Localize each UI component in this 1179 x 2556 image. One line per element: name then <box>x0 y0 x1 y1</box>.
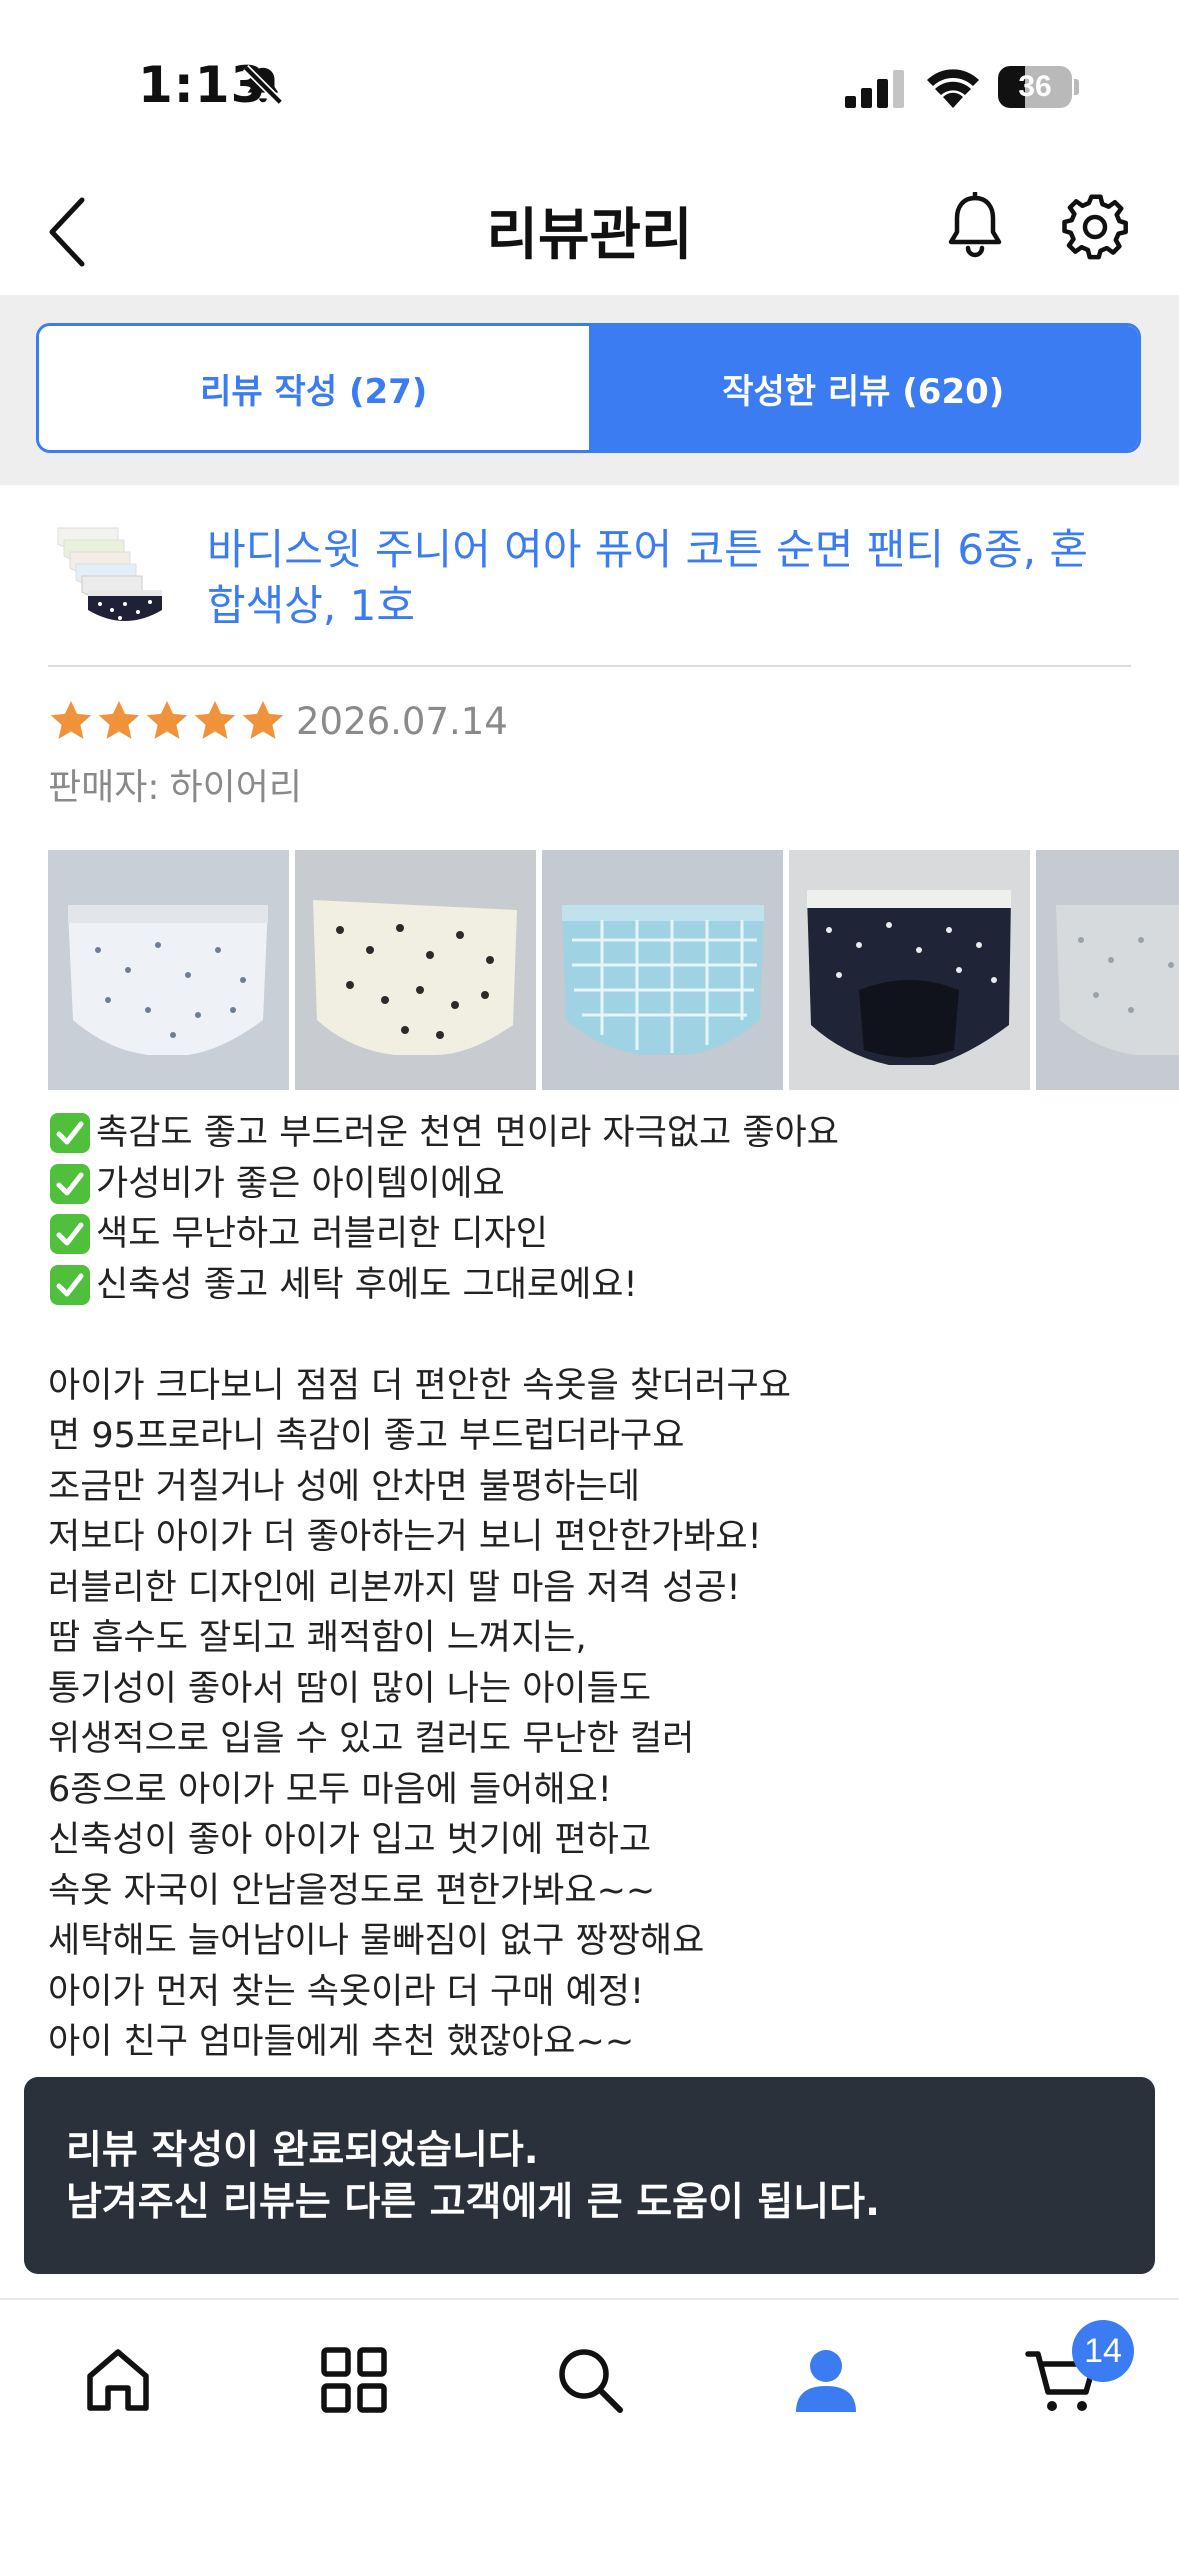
review-tabs: 리뷰 작성 (27) 작성한 리뷰 (620) <box>36 323 1141 453</box>
check-box-icon <box>50 1214 90 1255</box>
star-icon <box>50 700 92 739</box>
star-icon <box>146 700 188 739</box>
review-line: 땀 흡수도 잘되고 쾌적함이 느껴지는, <box>48 1618 587 1658</box>
review-line: 6종으로 아이가 모두 마음에 들어해요! <box>48 1769 612 1810</box>
battery-level: 36 <box>1018 70 1052 103</box>
review-highlight: 가성비가 좋은 아이템이에요 <box>48 1159 1148 1210</box>
tab-written-reviews[interactable]: 작성한 리뷰 (620) <box>588 326 1138 450</box>
review-photo[interactable] <box>295 850 536 1090</box>
star-icon <box>98 700 140 739</box>
categories-icon[interactable] <box>314 2340 394 2420</box>
home-icon[interactable] <box>78 2340 158 2420</box>
review-photo[interactable] <box>48 850 289 1090</box>
review-line: 신축성이 좋아 아이가 입고 벗기에 편하고 <box>48 1820 652 1860</box>
toast-line-1: 리뷰 작성이 완료되었습니다. <box>66 2128 539 2173</box>
check-box-icon <box>50 1264 90 1305</box>
gear-icon[interactable] <box>1062 192 1128 262</box>
review-line: 위생적으로 입을 수 있고 컬러도 무난한 컬러 <box>48 1719 695 1759</box>
review-date: 2026.07.14 <box>296 700 508 743</box>
app-header: 리뷰관리 <box>0 170 1179 295</box>
star-icon <box>194 700 236 739</box>
review-photo[interactable] <box>1036 850 1179 1090</box>
review-line: 통기성이 좋아서 땀이 많이 나는 아이들도 <box>48 1668 652 1709</box>
review-line: 아이 친구 엄마들에게 추천 했잖아요~~ <box>48 2022 635 2062</box>
review-line: 러블리한 디자인에 리본까지 딸 마음 저격 성공! <box>48 1567 741 1608</box>
tab-write-review[interactable]: 리뷰 작성 (27) <box>39 326 589 450</box>
bell-icon[interactable] <box>945 192 1005 262</box>
status-bar: 1:13 36 <box>0 0 1179 170</box>
star-icon <box>242 700 284 739</box>
review-line: 조금만 거칠거나 성에 안차면 불평하는데 <box>48 1466 640 1507</box>
cart-count-badge: 14 <box>1072 2320 1134 2382</box>
toast-message: 리뷰 작성이 완료되었습니다. 남겨주신 리뷰는 다른 고객에게 큰 도움이 됩… <box>24 2077 1155 2274</box>
review-line: 아이가 먼저 찾는 속옷이라 더 구매 예정! <box>48 1971 644 2012</box>
wifi-icon <box>927 69 979 108</box>
review-highlight: 신축성 좋고 세탁 후에도 그대로에요! <box>48 1260 1148 1311</box>
review-photo[interactable] <box>789 850 1030 1090</box>
product-thumbnail[interactable] <box>50 520 175 640</box>
battery-icon: 36 <box>998 66 1079 108</box>
review-highlight: 촉감도 좋고 부드러운 천연 면이라 자극없고 좋아요 <box>48 1108 1148 1159</box>
seller-label: 판매자: <box>48 767 160 808</box>
check-box-icon <box>50 1113 90 1154</box>
review-highlight: 색도 무난하고 러블리한 디자인 <box>48 1209 1148 1260</box>
bottom-navigation <box>0 2298 1179 2556</box>
divider <box>48 665 1131 667</box>
seller-name: 하이어리 <box>169 767 302 808</box>
review-text: 촉감도 좋고 부드러운 천연 면이라 자극없고 좋아요 가성비가 좋은 아이템이… <box>48 1108 1148 2068</box>
review-line: 속옷 자국이 안남을정도로 편한가봐요~~ <box>48 1870 656 1911</box>
search-icon[interactable] <box>550 2340 630 2420</box>
review-line: 아이가 크다보니 점점 더 편안한 속옷을 찾더러구요 <box>48 1365 791 1406</box>
cellular-signal-icon <box>845 70 904 108</box>
bell-slash-icon <box>243 65 283 105</box>
review-photo[interactable] <box>542 850 783 1090</box>
review-line: 면 95프로라니 촉감이 좋고 부드럽더라구요 <box>48 1416 685 1456</box>
review-line: 세탁해도 늘어남이나 물빠짐이 없구 짱짱해요 <box>48 1921 705 1961</box>
seller-info: 판매자: 하이어리 <box>48 758 302 810</box>
check-box-icon <box>50 1163 90 1204</box>
review-line: 저보다 아이가 더 좋아하는거 보니 편안한가봐요! <box>48 1517 762 1557</box>
product-name-link[interactable]: 바디스윗 주니어 여아 퓨어 코튼 순면 팬티 6종, 혼합색상, 1호 <box>207 522 1107 634</box>
star-rating <box>48 698 286 748</box>
toast-line-2: 남겨주신 리뷰는 다른 고객에게 큰 도움이 됩니다. <box>66 2180 880 2225</box>
my-account-icon[interactable] <box>786 2340 866 2420</box>
review-photo-strip[interactable] <box>48 850 1179 1090</box>
